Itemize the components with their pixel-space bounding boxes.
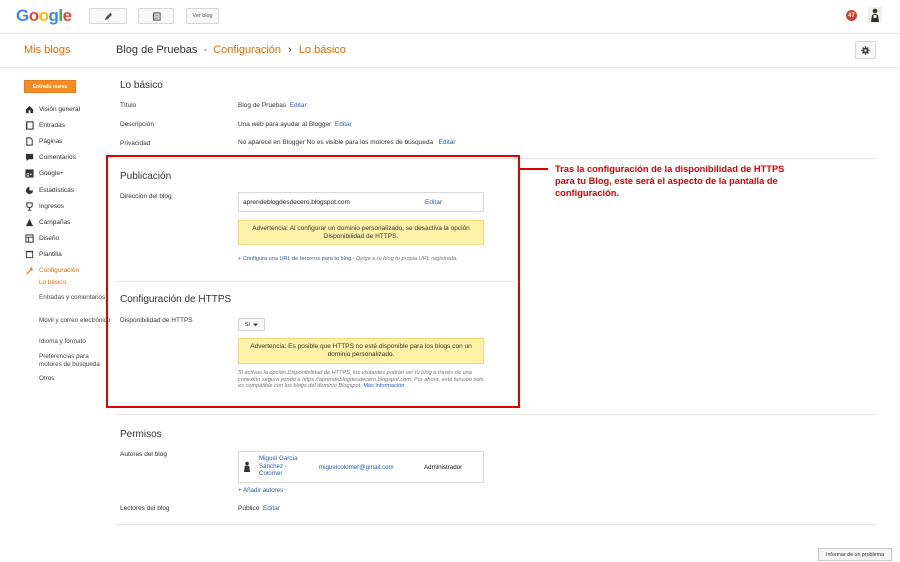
sidebar-item-template[interactable]: Plantilla (24, 247, 114, 263)
sidebar-item-wrench[interactable]: Configuración (24, 263, 114, 279)
title-value: Blog de Pruebas Editar (238, 102, 307, 109)
layout-icon (24, 234, 35, 243)
sidebar-item-home[interactable]: Visión general (24, 101, 114, 117)
sidebar-item-label: Visión general (39, 105, 81, 113)
trophy-icon (24, 202, 35, 211)
readers-value: Público Editar (238, 505, 280, 512)
title-label: Título (120, 102, 137, 109)
sidebar-item-label: Ingresos (39, 202, 64, 210)
sidebar-item-label: Estadísticas (39, 186, 75, 194)
blog-header: Mis blogs Blog de Pruebas · Configuració… (0, 34, 900, 68)
pencil-icon (104, 12, 112, 20)
privacy-value: No aparece en Blogger No es visible para… (238, 139, 456, 146)
sidebar-item-label: Campañas (39, 218, 71, 226)
logo-letter: o (28, 6, 39, 25)
google-logo[interactable]: Google (16, 6, 72, 26)
divider (116, 414, 876, 415)
wrench-icon (24, 266, 35, 276)
logo-letter: e (62, 6, 72, 25)
pages-icon (24, 137, 35, 146)
sidebar-item-label: Google+ (39, 170, 64, 178)
readers-label: Lectores del blog (120, 505, 170, 512)
home-icon (24, 105, 35, 114)
settings-subitem[interactable]: Móvil y correo electrónico (39, 317, 111, 325)
description-value: Una web para ayudar al Blogger Editar (238, 121, 352, 128)
edit-privacy-link[interactable]: Editar (439, 139, 456, 146)
section-title-permissions: Permisos (120, 429, 162, 440)
description-label: Descripción (120, 121, 154, 128)
settings-subitem[interactable]: Otros (39, 375, 111, 383)
sidebar-item-label: Entradas (39, 121, 66, 129)
logo-letter: G (16, 6, 29, 25)
sidebar-item-layout[interactable]: Diseño (24, 231, 114, 247)
svg-text:g+: g+ (26, 172, 32, 178)
new-post-button[interactable]: Entrada nueva (24, 80, 76, 93)
breadcrumb-settings[interactable]: Configuración (213, 44, 281, 56)
annotation-text: Tras la configuración de la disponibilid… (555, 164, 785, 198)
settings-subitem[interactable]: Lo básico (39, 279, 111, 287)
sidebar-item-label: Configuración (39, 267, 80, 275)
my-blogs-link[interactable]: Mis blogs (24, 44, 70, 56)
posts-icon (24, 121, 35, 130)
gear-icon (861, 45, 870, 55)
posts-icon (152, 11, 161, 21)
authors-label: Autores del blog (120, 451, 167, 458)
privacy-label: Privacidad (120, 140, 151, 147)
breadcrumb-separator: · (203, 44, 208, 56)
sidebar-item-comments[interactable]: Comentarios (24, 150, 114, 166)
edit-description-link[interactable]: Editar (335, 121, 352, 128)
sidebar-item-label: Comentarios (39, 154, 76, 162)
author-row: Miguel García Sánchez - Colomer miguelco… (238, 451, 484, 483)
edit-readers-link[interactable]: Editar (263, 505, 280, 512)
annotation-arrow (520, 168, 548, 170)
sidebar-item-trophy[interactable]: Ingresos (24, 198, 114, 214)
logo-letter: g (48, 6, 59, 25)
new-post-pencil-button[interactable] (89, 8, 127, 24)
stats-icon (24, 186, 35, 195)
campaigns-icon (24, 218, 35, 227)
edit-title-link[interactable]: Editar (290, 102, 307, 109)
settings-subitem[interactable]: Entradas y comentarios (39, 294, 111, 302)
section-title-basics: Lo básico (120, 80, 163, 91)
sidebar-nav: Visión general Entradas Páginas Comentarios… (24, 101, 114, 279)
view-blog-button[interactable]: Ver blog (186, 8, 219, 24)
settings-button[interactable] (855, 41, 876, 59)
author-email[interactable]: miguelcolomer@gmail.com (319, 464, 394, 471)
sidebar-item-posts[interactable]: Entradas (24, 117, 114, 133)
template-icon (24, 250, 35, 259)
breadcrumb-separator: › (288, 44, 292, 56)
sidebar-item-google-plus[interactable]: g+ Google+ (24, 166, 114, 182)
breadcrumb-current-page: Lo básico (298, 44, 346, 56)
avatar[interactable] (868, 7, 882, 23)
sidebar-item-campaigns[interactable]: Campañas (24, 214, 114, 230)
sidebar-item-label: Páginas (39, 137, 63, 145)
comments-icon (24, 153, 35, 162)
sidebar-item-stats[interactable]: Estadísticas (24, 182, 114, 198)
report-problem-button[interactable]: Informar de un problema (818, 548, 892, 561)
settings-subitem[interactable]: Idioma y formato (39, 338, 111, 346)
author-role[interactable]: Administrador (424, 464, 462, 471)
notification-badge[interactable]: 47 (846, 10, 857, 21)
settings-subitem[interactable]: Preferencias para motores de búsqueda (39, 353, 111, 368)
sidebar-item-label: Plantilla (39, 251, 62, 259)
posts-list-button[interactable] (138, 8, 174, 24)
google-plus-icon: g+ (24, 169, 35, 178)
author-avatar (244, 461, 250, 472)
top-bar: Google Ver blog 47 (0, 0, 900, 34)
highlight-box (106, 155, 520, 408)
divider (116, 524, 876, 525)
logo-letter: o (38, 6, 49, 25)
add-authors-link[interactable]: + Añadir autores (238, 487, 283, 494)
sidebar-item-pages[interactable]: Páginas (24, 133, 114, 149)
breadcrumb: Blog de Pruebas · Configuración › Lo bás… (116, 44, 346, 56)
sidebar-item-label: Diseño (39, 235, 60, 243)
breadcrumb-blog-name[interactable]: Blog de Pruebas (116, 44, 197, 56)
author-name-link[interactable]: Miguel García Sánchez - Colomer (259, 455, 307, 478)
